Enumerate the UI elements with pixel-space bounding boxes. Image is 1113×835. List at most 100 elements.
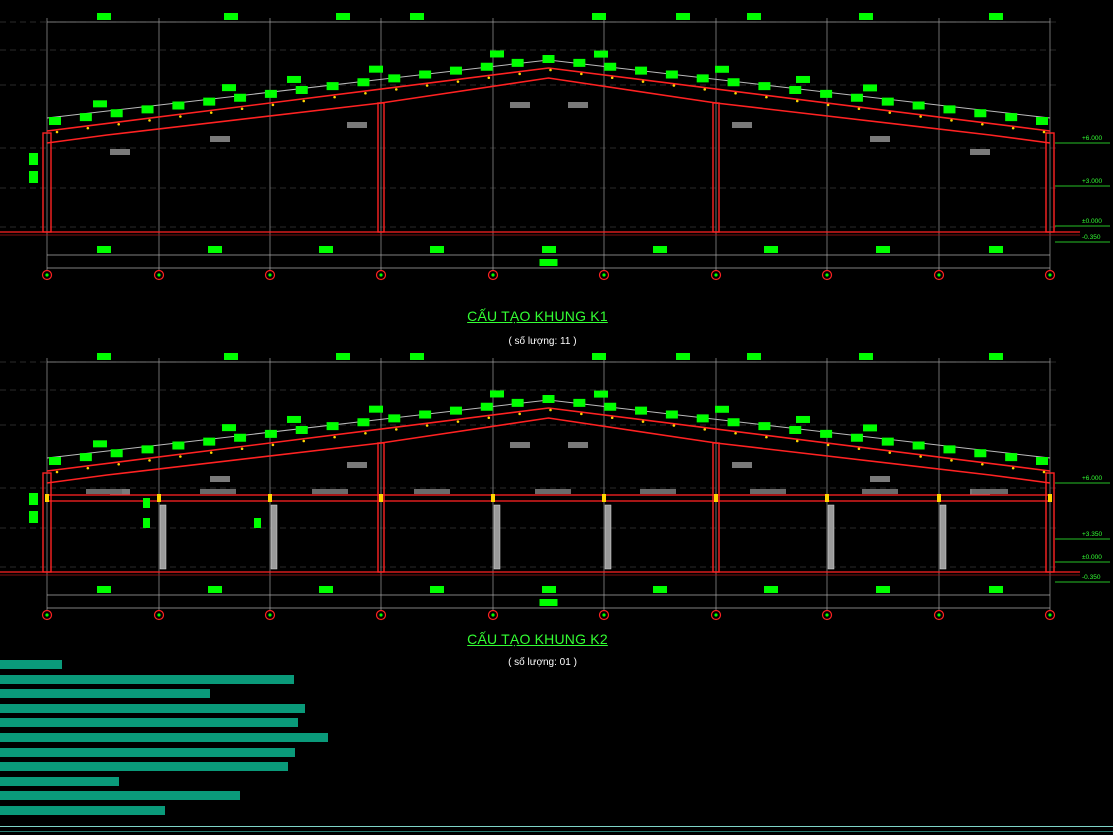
axis-dot: [714, 613, 718, 617]
purlin-bolt: [179, 455, 182, 458]
rafter-bottom: [46, 417, 1051, 484]
purlin: [542, 395, 555, 403]
top-tag: [224, 13, 238, 20]
member-label: [347, 462, 367, 468]
purlin: [665, 70, 678, 79]
purlin: [141, 105, 154, 114]
top-tag: [989, 353, 1003, 360]
purlin-bolt: [302, 99, 306, 103]
purlin: [881, 97, 894, 106]
axis-dot: [268, 613, 272, 617]
purlin-bolt: [919, 115, 922, 118]
span-tag: [208, 246, 222, 253]
axis-dot: [714, 273, 718, 277]
mezz-joint: [45, 494, 49, 502]
purlin: [511, 398, 524, 407]
mezz-tag: [254, 518, 261, 528]
teal-bar-10: [0, 791, 240, 801]
axis-dot: [602, 273, 606, 277]
purlin: [449, 66, 462, 75]
purlin-bolt: [425, 424, 429, 427]
frame-k1-subtitle: ( số lượng: 11 ): [508, 336, 577, 347]
purlin-bolt: [271, 103, 275, 107]
purlin: [172, 441, 185, 450]
member-label: [510, 102, 530, 108]
purlin-bolt: [1042, 470, 1046, 474]
purlin: [419, 410, 432, 419]
purlin: [881, 437, 894, 446]
axis-dot: [825, 273, 829, 277]
member-label: [210, 136, 230, 142]
mezz-joint: [491, 494, 495, 502]
axis-dot: [157, 273, 161, 277]
purlin-bolt: [55, 130, 59, 134]
roof-tag: [863, 84, 877, 92]
roof-tag: [222, 84, 236, 92]
purlin: [943, 445, 956, 454]
mezz-label: [640, 489, 676, 494]
purlin: [573, 398, 586, 407]
roof-tag: [490, 390, 504, 398]
purlin-bolt: [117, 122, 120, 126]
span-tag: [989, 246, 1003, 253]
mezz-joint: [937, 494, 941, 502]
purlin-bolt: [209, 451, 213, 454]
axis-dot: [157, 613, 161, 617]
purlin: [696, 74, 709, 83]
roof-tag: [490, 50, 504, 58]
purlin-bolt: [518, 412, 521, 416]
axis-dot: [379, 613, 383, 617]
side-tag: [29, 493, 38, 505]
teal-bar-8: [0, 762, 288, 772]
top-tag: [989, 13, 1003, 20]
total-span-tag: [539, 259, 558, 266]
span-tag: [876, 246, 890, 253]
span-tag: [97, 246, 111, 253]
member-label: [732, 122, 752, 128]
axis-dot: [379, 273, 383, 277]
mezz-label: [86, 489, 122, 494]
level-label: -0.350: [1082, 234, 1101, 241]
span-tag: [319, 246, 333, 253]
top-tag: [859, 13, 873, 20]
purlin-bolt: [86, 126, 90, 130]
axis-dot: [602, 613, 606, 617]
axis-dot: [45, 273, 49, 277]
level-label: +6.000: [1082, 135, 1102, 142]
purlin: [110, 109, 123, 118]
span-tag: [764, 246, 778, 253]
top-tag: [410, 13, 424, 20]
purlin-bolt: [672, 424, 676, 427]
purlin-bolt: [148, 119, 151, 122]
mezz-label: [750, 489, 786, 494]
purlin-bolt: [1042, 130, 1046, 134]
mezz-label: [972, 489, 1008, 494]
top-tag: [592, 353, 606, 360]
member-label: [870, 136, 890, 142]
mezz-column: [493, 504, 501, 570]
top-tag: [336, 353, 350, 360]
purlin: [511, 58, 524, 67]
purlin-bolt: [240, 447, 244, 451]
frame-k2-title: CẤU TẠO KHUNG K2: [467, 631, 608, 647]
teal-bar-2: [0, 674, 294, 684]
purlin-bolt: [456, 420, 460, 423]
purlin: [974, 449, 987, 458]
member-label: [870, 476, 890, 482]
purlin-bolt: [765, 95, 768, 99]
purlin-bolt: [117, 462, 120, 466]
span-tag: [989, 586, 1003, 593]
level-label: +6.000: [1082, 475, 1102, 482]
span-tag: [319, 586, 333, 593]
top-tag: [747, 13, 761, 20]
top-tag: [676, 13, 690, 20]
purlin-bolt: [1011, 126, 1015, 130]
purlin-bolt: [981, 462, 984, 466]
purlin: [480, 62, 493, 71]
roof-tag: [863, 424, 877, 432]
purlin-bolt: [333, 95, 336, 99]
purlin-bolt: [86, 466, 90, 470]
purlin-bolt: [888, 111, 892, 114]
mezzanine-beam: [46, 494, 1051, 502]
purlin-bolt: [549, 408, 552, 412]
